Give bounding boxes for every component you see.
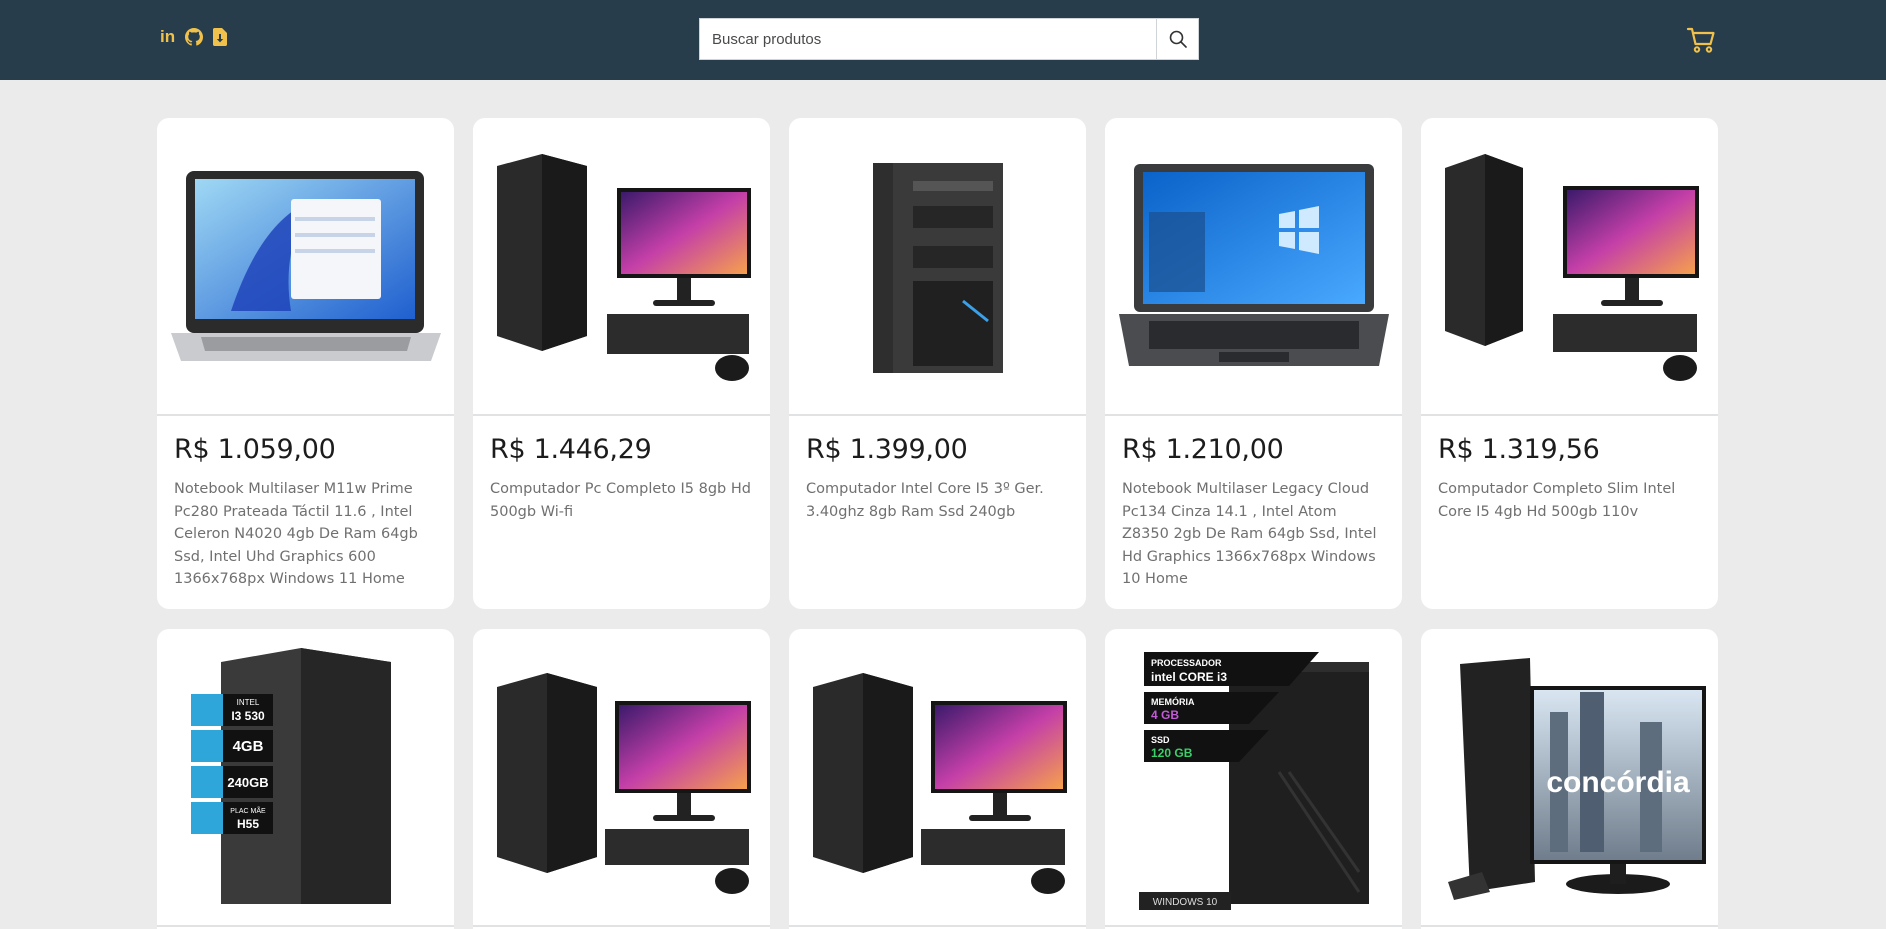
product-card[interactable]: R$ 1.319,56 Computador Completo Slim Int… <box>1421 118 1718 609</box>
product-price: R$ 1.399,00 <box>806 434 968 465</box>
product-title: Notebook Multilaser Legacy Cloud Pc134 C… <box>1122 481 1377 588</box>
banner-label: MEMÓRIA <box>1151 696 1195 707</box>
product-image <box>1105 118 1402 416</box>
badge-value: 240GB <box>227 775 268 790</box>
badge-label: INTEL <box>236 698 259 707</box>
github-icon[interactable] <box>185 26 204 48</box>
product-title: Computador Pc Completo I5 8gb Hd 500gb W… <box>490 481 751 520</box>
linkedin-icon[interactable]: in <box>160 26 175 48</box>
product-image: concórdia <box>1421 629 1718 927</box>
product-price: R$ 1.319,56 <box>1438 434 1600 465</box>
product-card[interactable]: R$ 1.210,00 Notebook Multilaser Legacy C… <box>1105 118 1402 609</box>
product-card[interactable] <box>789 629 1086 929</box>
product-price: R$ 1.210,00 <box>1122 434 1284 465</box>
product-card[interactable]: concórdia <box>1421 629 1718 929</box>
product-image: PROCESSADOR intel CORE i3 MEMÓRIA 4 GB S… <box>1105 629 1402 927</box>
cart-icon <box>1686 27 1715 53</box>
badge-label: PLAC MÃE <box>230 806 266 815</box>
product-title: Notebook Multilaser M11w Prime Pc280 Pra… <box>174 481 418 588</box>
grey-laptop-image <box>1118 164 1389 366</box>
product-card[interactable]: PROCESSADOR intel CORE i3 MEMÓRIA 4 GB S… <box>1105 629 1402 929</box>
product-image <box>789 629 1086 927</box>
social-links: in <box>160 26 228 48</box>
brand-logo-text: concórdia <box>1546 766 1690 799</box>
product-card[interactable]: R$ 1.399,00 Computador Intel Core I5 3º … <box>789 118 1086 609</box>
search-icon <box>1169 30 1187 48</box>
desktop-kit-image <box>496 154 751 381</box>
product-card[interactable]: INTEL I3 530 4GB 240GB PLAC MÃE H55 <box>157 629 454 929</box>
banner-value: intel CORE i3 <box>1151 670 1227 684</box>
desktop-kit-image <box>812 673 1067 894</box>
product-card[interactable] <box>473 629 770 929</box>
product-image <box>789 118 1086 416</box>
tower-with-spec-badges-image: INTEL I3 530 4GB 240GB PLAC MÃE H55 <box>190 648 391 904</box>
product-card[interactable]: R$ 1.059,00 Notebook Multilaser M11w Pri… <box>157 118 454 609</box>
search-input[interactable] <box>700 19 1156 59</box>
product-price: R$ 1.446,29 <box>490 434 652 465</box>
desktop-kit-image <box>496 673 751 894</box>
product-image: INTEL I3 530 4GB 240GB PLAC MÃE H55 <box>157 629 454 927</box>
resume-download-icon[interactable] <box>213 26 228 48</box>
slim-desktop-kit-image <box>1444 154 1699 381</box>
badge-value: 4GB <box>232 738 263 755</box>
banner-label: SSD <box>1151 735 1170 745</box>
badge-value: H55 <box>236 817 258 831</box>
banner-label: PROCESSADOR <box>1151 658 1222 668</box>
top-header: in <box>0 0 1886 80</box>
banner-value: 120 GB <box>1151 746 1193 760</box>
product-image <box>157 118 454 416</box>
product-price: R$ 1.059,00 <box>174 434 336 465</box>
search-bar <box>699 18 1199 60</box>
product-title: Computador Completo Slim Intel Core I5 4… <box>1438 481 1676 520</box>
banner-value: 4 GB <box>1151 708 1179 722</box>
product-image <box>473 629 770 927</box>
badge-value: I3 530 <box>231 709 265 723</box>
concordia-desktop-image: concórdia <box>1447 658 1706 900</box>
product-card[interactable]: R$ 1.446,29 Computador Pc Completo I5 8g… <box>473 118 770 609</box>
product-title: Computador Intel Core I5 3º Ger. 3.40ghz… <box>806 481 1044 520</box>
tower-processor-banner-image: PROCESSADOR intel CORE i3 MEMÓRIA 4 GB S… <box>1138 652 1369 910</box>
product-image <box>1421 118 1718 416</box>
desktop-tower-image <box>872 163 1003 373</box>
product-image <box>473 118 770 416</box>
silver-laptop-image <box>170 171 441 361</box>
os-label: WINDOWS 10 <box>1152 897 1217 908</box>
cart-button[interactable] <box>1686 26 1716 54</box>
search-button[interactable] <box>1156 19 1198 59</box>
